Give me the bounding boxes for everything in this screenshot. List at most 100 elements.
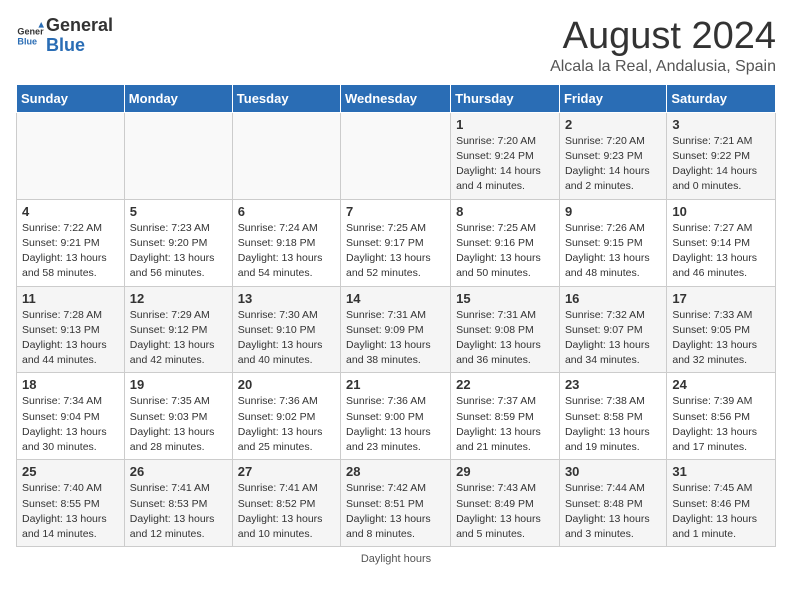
day-number: 27 [238,464,335,479]
title-block: August 2024 Alcala la Real, Andalusia, S… [550,16,776,76]
day-number: 9 [565,204,661,219]
day-number: 31 [672,464,770,479]
calendar-cell [341,112,451,199]
calendar-cell [232,112,340,199]
day-number: 18 [22,377,119,392]
footer-note: Daylight hours [16,553,776,565]
calendar-week-4: 18 Sunrise: 7:34 AMSunset: 9:04 PMDayligh… [17,373,776,460]
calendar-cell: 15Sunrise: 7:31 AMSunset: 9:08 PMDayligh… [451,286,560,373]
calendar-cell: 10Sunrise: 7:27 AMSunset: 9:14 PMDayligh… [667,199,776,286]
calendar-cell: 12 Sunrise: 7:29 AMSunset: 9:12 PMDayligh… [124,286,232,373]
day-info: Sunrise: 7:26 AMSunset: 9:15 PMDaylight:… [565,221,661,282]
day-number: 20 [238,377,335,392]
svg-text:General: General [17,26,44,36]
day-info: Sunrise: 7:21 AMSunset: 9:22 PMDaylight:… [672,134,770,195]
day-number: 2 [565,117,661,132]
calendar-cell: 26Sunrise: 7:41 AMSunset: 8:53 PMDayligh… [124,460,232,547]
day-info: Sunrise: 7:24 AMSunset: 9:18 PMDaylight:… [238,221,335,282]
calendar-cell: 27Sunrise: 7:41 AMSunset: 8:52 PMDayligh… [232,460,340,547]
column-header-tuesday: Tuesday [232,84,340,112]
column-header-sunday: Sunday [17,84,125,112]
day-info: Sunrise: 7:37 AMSunset: 8:59 PMDaylight:… [456,394,554,455]
day-number: 28 [346,464,445,479]
calendar-cell: 24 Sunrise: 7:39 AMSunset: 8:56 PMDayligh… [667,373,776,460]
day-number: 24 [672,377,770,392]
calendar-cell: 11Sunrise: 7:28 AMSunset: 9:13 PMDayligh… [17,286,125,373]
day-number: 30 [565,464,661,479]
day-number: 10 [672,204,770,219]
day-info: Sunrise: 7:40 AMSunset: 8:55 PMDaylight:… [22,481,119,542]
day-info: Sunrise: 7:38 AMSunset: 8:58 PMDaylight:… [565,394,661,455]
day-info: Sunrise: 7:32 AMSunset: 9:07 PMDaylight:… [565,308,661,369]
day-number: 14 [346,291,445,306]
column-header-monday: Monday [124,84,232,112]
page-header: General Blue General Blue August 2024 Al… [16,16,776,76]
day-info: Sunrise: 7:36 AMSunset: 9:02 PMDaylight:… [238,394,335,455]
day-info: Sunrise: 7:25 AMSunset: 9:17 PMDaylight:… [346,221,445,282]
day-number: 26 [130,464,227,479]
day-info: Sunrise: 7:25 AMSunset: 9:16 PMDaylight:… [456,221,554,282]
calendar-table: SundayMondayTuesdayWednesdayThursdayFrid… [16,84,776,547]
day-number: 22 [456,377,554,392]
day-number: 25 [22,464,119,479]
calendar-cell: 9 Sunrise: 7:26 AMSunset: 9:15 PMDaylight… [559,199,666,286]
calendar-cell: 7 Sunrise: 7:25 AMSunset: 9:17 PMDaylight… [341,199,451,286]
column-header-wednesday: Wednesday [341,84,451,112]
day-info: Sunrise: 7:31 AMSunset: 9:09 PMDaylight:… [346,308,445,369]
calendar-cell [124,112,232,199]
logo-icon: General Blue [16,22,44,50]
day-number: 3 [672,117,770,132]
logo-blue-text: Blue [46,36,113,56]
calendar-cell: 23 Sunrise: 7:38 AMSunset: 8:58 PMDayligh… [559,373,666,460]
day-info: Sunrise: 7:23 AMSunset: 9:20 PMDaylight:… [130,221,227,282]
day-info: Sunrise: 7:43 AMSunset: 8:49 PMDaylight:… [456,481,554,542]
day-info: Sunrise: 7:34 AMSunset: 9:04 PMDaylight:… [22,394,119,455]
day-info: Sunrise: 7:33 AMSunset: 9:05 PMDaylight:… [672,308,770,369]
day-number: 29 [456,464,554,479]
calendar-cell: 28 Sunrise: 7:42 AMSunset: 8:51 PMDayligh… [341,460,451,547]
day-info: Sunrise: 7:44 AMSunset: 8:48 PMDaylight:… [565,481,661,542]
location-subtitle: Alcala la Real, Andalusia, Spain [550,58,776,76]
calendar-cell: 20 Sunrise: 7:36 AMSunset: 9:02 PMDayligh… [232,373,340,460]
calendar-cell: 2Sunrise: 7:20 AMSunset: 9:23 PMDaylight… [559,112,666,199]
day-number: 17 [672,291,770,306]
calendar-cell: 16 Sunrise: 7:32 AMSunset: 9:07 PMDayligh… [559,286,666,373]
calendar-week-5: 25 Sunrise: 7:40 AMSunset: 8:55 PMDayligh… [17,460,776,547]
calendar-cell: 22 Sunrise: 7:37 AMSunset: 8:59 PMDayligh… [451,373,560,460]
day-number: 19 [130,377,227,392]
column-header-thursday: Thursday [451,84,560,112]
day-info: Sunrise: 7:39 AMSunset: 8:56 PMDaylight:… [672,394,770,455]
calendar-cell: 13Sunrise: 7:30 AMSunset: 9:10 PMDayligh… [232,286,340,373]
month-title: August 2024 [550,16,776,58]
logo-general-text: General [46,16,113,36]
day-number: 15 [456,291,554,306]
day-info: Sunrise: 7:20 AMSunset: 9:24 PMDaylight:… [456,134,554,195]
day-info: Sunrise: 7:36 AMSunset: 9:00 PMDaylight:… [346,394,445,455]
svg-text:Blue: Blue [17,36,37,46]
day-number: 4 [22,204,119,219]
column-header-saturday: Saturday [667,84,776,112]
calendar-cell: 4 Sunrise: 7:22 AMSunset: 9:21 PMDaylight… [17,199,125,286]
calendar-cell [17,112,125,199]
day-number: 12 [130,291,227,306]
day-info: Sunrise: 7:42 AMSunset: 8:51 PMDaylight:… [346,481,445,542]
calendar-cell: 30 Sunrise: 7:44 AMSunset: 8:48 PMDayligh… [559,460,666,547]
calendar-cell: 1Sunrise: 7:20 AMSunset: 9:24 PMDaylight… [451,112,560,199]
calendar-cell: 5Sunrise: 7:23 AMSunset: 9:20 PMDaylight… [124,199,232,286]
calendar-cell: 8 Sunrise: 7:25 AMSunset: 9:16 PMDaylight… [451,199,560,286]
column-header-friday: Friday [559,84,666,112]
calendar-cell: 31Sunrise: 7:45 AMSunset: 8:46 PMDayligh… [667,460,776,547]
day-number: 21 [346,377,445,392]
day-info: Sunrise: 7:22 AMSunset: 9:21 PMDaylight:… [22,221,119,282]
calendar-week-1: 1Sunrise: 7:20 AMSunset: 9:24 PMDaylight… [17,112,776,199]
day-number: 23 [565,377,661,392]
day-number: 7 [346,204,445,219]
day-number: 16 [565,291,661,306]
calendar-cell: 3 Sunrise: 7:21 AMSunset: 9:22 PMDaylight… [667,112,776,199]
day-info: Sunrise: 7:28 AMSunset: 9:13 PMDaylight:… [22,308,119,369]
calendar-cell: 21 Sunrise: 7:36 AMSunset: 9:00 PMDayligh… [341,373,451,460]
day-number: 8 [456,204,554,219]
day-info: Sunrise: 7:29 AMSunset: 9:12 PMDaylight:… [130,308,227,369]
calendar-cell: 25 Sunrise: 7:40 AMSunset: 8:55 PMDayligh… [17,460,125,547]
day-info: Sunrise: 7:30 AMSunset: 9:10 PMDaylight:… [238,308,335,369]
